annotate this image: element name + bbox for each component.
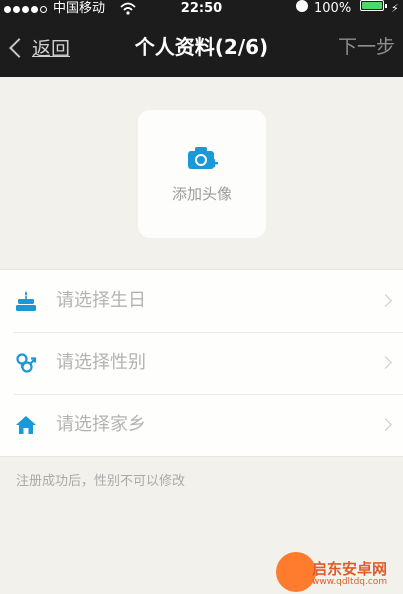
birthday-label: 请选择生日 <box>56 290 146 311</box>
gender-label: 请选择性别 <box>56 352 146 373</box>
camera-add-icon <box>188 147 218 169</box>
back-button[interactable]: 返回 <box>6 18 70 77</box>
hometown-row[interactable]: 请选择家乡 <box>0 394 403 456</box>
site-watermark: 启东安卓网 www.qdltdq.com <box>264 540 403 594</box>
chevron-right-icon <box>379 418 392 431</box>
gender-row[interactable]: 请选择性别 <box>0 332 403 394</box>
back-label: 返回 <box>32 38 71 60</box>
alarm-icon <box>296 0 308 12</box>
chevron-left-icon <box>9 37 29 58</box>
birthday-row[interactable]: 请选择生日 <box>0 270 403 332</box>
profile-form: 请选择生日 请选择性别 请选择家乡 <box>0 269 403 457</box>
watermark-logo-icon <box>276 552 316 592</box>
status-bar: 中国移动 22:50 100% ⚡ <box>0 0 403 18</box>
cake-icon <box>16 291 36 311</box>
chevron-right-icon <box>379 294 392 307</box>
watermark-url: www.qdltdq.com <box>312 577 388 587</box>
battery-icon <box>360 0 387 11</box>
next-step-button[interactable]: 下一步 <box>338 18 395 77</box>
chevron-right-icon <box>379 356 392 369</box>
add-avatar-label: 添加头像 <box>171 185 232 203</box>
gender-icon <box>16 353 37 373</box>
nav-bar: 个人资料(2/6) 返回 下一步 <box>0 18 403 77</box>
gender-change-note: 注册成功后，性别不可以修改 <box>16 474 186 489</box>
watermark-title: 启东安卓网 <box>312 560 388 578</box>
add-avatar-button[interactable]: 添加头像 <box>138 110 266 238</box>
hometown-label: 请选择家乡 <box>56 414 146 435</box>
home-icon <box>16 416 36 434</box>
charging-icon: ⚡ <box>391 2 399 15</box>
battery-percent: 100% <box>314 1 352 16</box>
